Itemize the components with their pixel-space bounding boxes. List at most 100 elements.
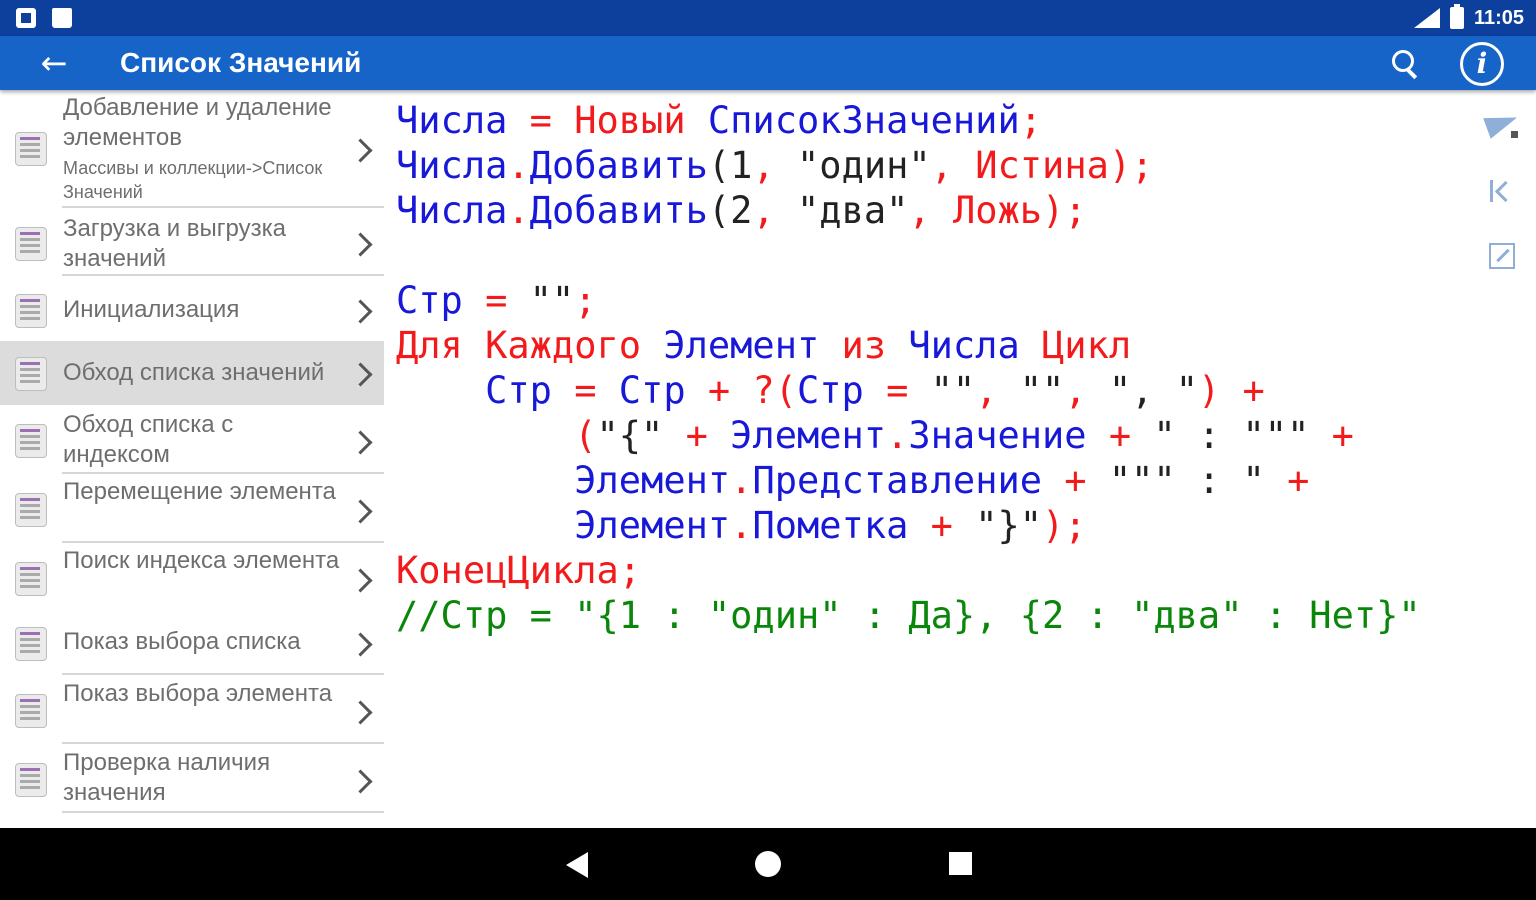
- code-token: Стр: [485, 369, 552, 412]
- info-icon[interactable]: i: [1460, 42, 1504, 86]
- document-icon: [15, 294, 47, 328]
- code-token: "два": [797, 189, 909, 232]
- code-token: , Ложь);: [908, 189, 1087, 232]
- nav-recent-icon[interactable]: [949, 852, 972, 875]
- code-token: ;: [1019, 99, 1043, 142]
- code-line: Числа.Добавить(2, "два", Ложь);: [396, 188, 1421, 233]
- code-token: +: [1086, 414, 1154, 457]
- sidebar-item-show-list-choice[interactable]: Показ выбора списка: [0, 612, 384, 675]
- code-token: ;: [574, 279, 597, 322]
- code-token: =: [551, 369, 619, 412]
- chevron-right-icon: [348, 769, 373, 794]
- sidebar-item-init[interactable]: Инициализация: [0, 278, 384, 341]
- code-token: +: [1264, 459, 1310, 502]
- code-token: + ?(: [685, 369, 797, 412]
- code-token: Пометка: [752, 504, 909, 547]
- code-token: Добавить: [529, 189, 708, 232]
- page-title: Список Значений: [120, 47, 362, 78]
- code-token: Элемент: [574, 459, 731, 502]
- sidebar-item-iterate-index[interactable]: Обход списка с индексом: [0, 407, 384, 474]
- sidebar-item-label: Загрузка и выгрузка значений: [63, 215, 287, 272]
- sidebar-item-iterate[interactable]: Обход списка значений: [0, 341, 384, 405]
- code-token: );: [1042, 504, 1087, 547]
- code-line: ("{" + Элемент.Значение + " : """ +: [396, 413, 1421, 458]
- document-icon: [15, 424, 47, 458]
- code-token: Представление: [752, 459, 1043, 502]
- sidebar-item-label: Проверка наличия значения: [63, 749, 271, 806]
- code-token: Элемент: [730, 414, 887, 457]
- code-token: "{": [596, 414, 664, 457]
- code-line: Элемент.Представление + """ : " +: [396, 458, 1421, 503]
- sidebar-item-label: Перемещение элемента: [63, 478, 336, 505]
- code-token: Для Каждого: [396, 324, 664, 367]
- code-token: Числа: [908, 324, 1020, 367]
- code-line: //Стр = "{1 : "один" : Да}, {2 : "два" :…: [396, 593, 1421, 638]
- code-token: "": [1019, 369, 1065, 412]
- code-token: КонецЦикла;: [396, 549, 642, 592]
- document-icon: [15, 132, 47, 166]
- chevron-right-icon: [348, 499, 373, 524]
- app-bar: ← Список Значений i: [0, 36, 1536, 90]
- code-token: (1: [707, 144, 753, 187]
- document-icon: [15, 763, 47, 797]
- code-token: Числа: [396, 189, 508, 232]
- sidebar-item-subtitle: Массивы и коллекции->Список Значений: [63, 158, 323, 202]
- code-token: из: [819, 324, 909, 367]
- code-token: "": [930, 369, 976, 412]
- sidebar-item-label: Поиск индекса элемента: [63, 547, 340, 574]
- sidebar-item-label: Показ выбора списка: [63, 628, 301, 655]
- nav-back-icon[interactable]: [566, 852, 588, 878]
- code-token: +: [1309, 414, 1354, 457]
- sidebar-item-load-unload[interactable]: Загрузка и выгрузка значений: [0, 210, 384, 276]
- chevron-right-icon: [348, 362, 373, 387]
- nav-home-icon[interactable]: [755, 851, 781, 877]
- first-page-icon[interactable]: [1484, 174, 1520, 210]
- code-token: " : """: [1153, 414, 1310, 457]
- code-token: +: [663, 414, 731, 457]
- code-token: = Новый: [507, 99, 708, 142]
- code-line: Элемент.Пометка + "}");: [396, 503, 1421, 548]
- sidebar-item-find-index[interactable]: Поиск индекса элемента: [0, 545, 384, 612]
- code-token: ,: [975, 369, 1020, 412]
- chevron-right-icon: [348, 232, 373, 257]
- sidebar-item-label: Добавление и удаление элементов: [63, 94, 332, 151]
- chevron-right-icon: [348, 700, 373, 725]
- code-token: .: [730, 459, 753, 502]
- code-token: Числа: [396, 99, 508, 142]
- code-token: Добавить: [529, 144, 708, 187]
- chevron-right-icon: [348, 138, 373, 163]
- code-token: СписокЗначений: [707, 99, 1020, 142]
- code-token: Стр: [396, 279, 463, 322]
- document-icon: [15, 493, 47, 527]
- code-token: .: [730, 504, 753, 547]
- sidebar-item-check-value[interactable]: Проверка наличия значения: [0, 746, 384, 813]
- send-icon[interactable]: [1484, 106, 1520, 142]
- code-line: Числа.Добавить(1, "один", Истина);: [396, 143, 1421, 188]
- code-token: +: [908, 504, 976, 547]
- sidebar-item-move[interactable]: Перемещение элемента: [0, 476, 384, 543]
- sidebar-item-label: Обход списка с индексом: [63, 411, 234, 468]
- sidebar-item-show-element-choice[interactable]: Показ выбора элемента: [0, 677, 384, 744]
- code-token: ,: [752, 144, 798, 187]
- code-token: (: [574, 414, 597, 457]
- search-icon[interactable]: [1384, 44, 1424, 84]
- document-icon: [15, 562, 47, 596]
- code-token: Элемент: [663, 324, 820, 367]
- sidebar-item-label: Обход списка значений: [63, 359, 325, 386]
- sidebar-item-add-remove[interactable]: Добавление и удаление элементов Массивы …: [0, 90, 384, 208]
- wrap-icon[interactable]: [1489, 243, 1515, 269]
- sidebar: Добавление и удаление элементов Массивы …: [0, 90, 386, 828]
- sidebar-item-label: Показ выбора элемента: [63, 680, 333, 707]
- code-token: +: [1042, 459, 1109, 502]
- document-icon: [15, 627, 47, 661]
- arrow-back-icon[interactable]: ←: [32, 44, 76, 84]
- code-token: , Истина);: [930, 144, 1154, 187]
- code-view: Числа = Новый СписокЗначений; Числа.Добав…: [396, 98, 1421, 638]
- code-token: ,: [752, 189, 798, 232]
- code-token: ) +: [1198, 369, 1265, 412]
